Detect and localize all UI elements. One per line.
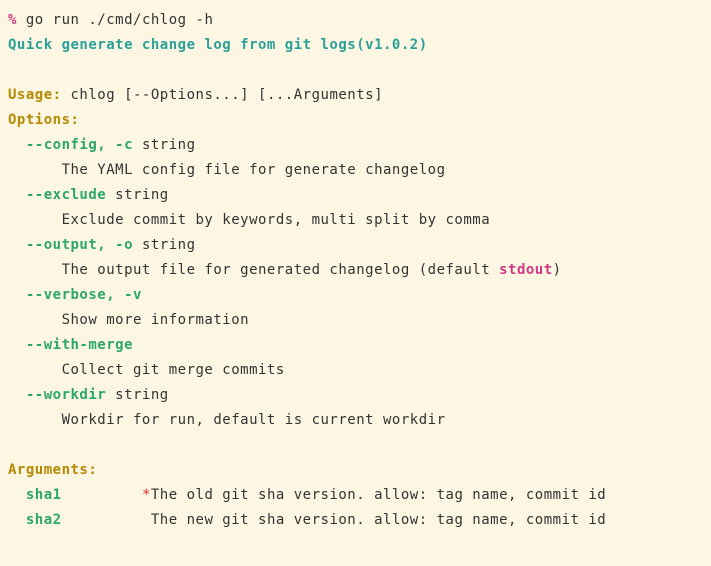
option-workdir-flags: --workdir string [8, 383, 703, 408]
arg-sha1-name: sha1 [8, 487, 62, 503]
option-exclude-flags: --exclude string [8, 183, 703, 208]
option-exclude-desc: Exclude commit by keywords, multi split … [8, 208, 703, 233]
arg-sha2-line: sha2 The new git sha version. allow: tag… [8, 508, 703, 533]
arg-sha1-pad [62, 487, 142, 503]
option-withmerge-desc: Collect git merge commits [8, 358, 703, 383]
flag-config-type: string [133, 137, 196, 153]
headline: Quick generate change log from git logs(… [8, 33, 703, 58]
option-output-flags: --output, -o string [8, 233, 703, 258]
blank-line-2 [8, 433, 703, 458]
arg-sha2-pad [62, 512, 151, 528]
output-desc2: ) [553, 262, 562, 278]
option-config-flags: --config, -c string [8, 133, 703, 158]
flag-output: --output, -o [8, 237, 133, 253]
blank-line [8, 58, 703, 83]
arguments-label: Arguments: [8, 458, 703, 483]
required-star-icon: * [142, 487, 151, 503]
option-output-desc: The output file for generated changelog … [8, 258, 703, 283]
arg-sha2-desc: The new git sha version. allow: tag name… [151, 512, 606, 528]
usage-label: Usage: [8, 87, 62, 103]
flag-workdir-type: string [106, 387, 169, 403]
arg-sha2-name: sha2 [8, 512, 62, 528]
options-label: Options: [8, 108, 703, 133]
flag-config: --config, -c [8, 137, 133, 153]
flag-verbose: --verbose, -v [8, 287, 142, 303]
option-withmerge-flags: --with-merge [8, 333, 703, 358]
prompt-symbol: % [8, 12, 17, 28]
option-verbose-desc: Show more information [8, 308, 703, 333]
arg-sha1-desc: The old git sha version. allow: tag name… [151, 487, 606, 503]
option-workdir-desc: Workdir for run, default is current work… [8, 408, 703, 433]
option-config-desc: The YAML config file for generate change… [8, 158, 703, 183]
output-default: stdout [499, 262, 553, 278]
usage-text: chlog [--Options...] [...Arguments] [62, 87, 383, 103]
flag-withmerge: --with-merge [8, 337, 133, 353]
prompt-line: % go run ./cmd/chlog -h [8, 8, 703, 33]
usage-line: Usage: chlog [--Options...] [...Argument… [8, 83, 703, 108]
flag-output-type: string [133, 237, 196, 253]
flag-workdir: --workdir [8, 387, 106, 403]
flag-exclude-type: string [106, 187, 169, 203]
arg-sha1-line: sha1 *The old git sha version. allow: ta… [8, 483, 703, 508]
command-text: go run ./cmd/chlog -h [17, 12, 213, 28]
output-desc1: The output file for generated changelog … [8, 262, 499, 278]
flag-exclude: --exclude [8, 187, 106, 203]
option-verbose-flags: --verbose, -v [8, 283, 703, 308]
